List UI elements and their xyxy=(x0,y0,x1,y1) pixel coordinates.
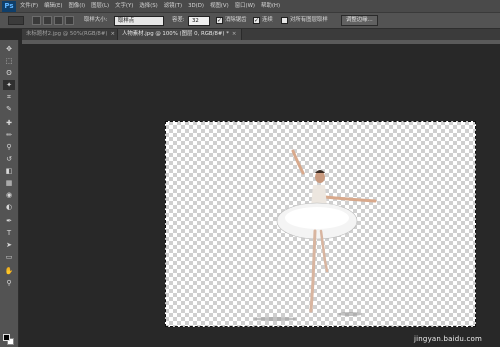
tools-panel: ✥ ⬚ ʘ ✦ ⌗ ✎ ✚ ✏ ⚲ ↺ ◧ ▦ ◉ ◐ ✒ T ➤ ▭ ✋ ⚲ xyxy=(0,40,19,347)
menu-select[interactable]: 选择(S) xyxy=(139,0,157,12)
menu-bar: Ps 文件(F) 编辑(E) 图像(I) 图层(L) 文字(Y) 选择(S) 滤… xyxy=(0,0,500,12)
ballerina-image xyxy=(253,149,377,321)
menu-layer[interactable]: 图层(L) xyxy=(91,0,109,12)
refine-edge-label: 调整边缘... xyxy=(346,17,373,23)
eyedropper-icon[interactable]: ✎ xyxy=(3,104,15,114)
healing-icon[interactable]: ✚ xyxy=(3,118,15,128)
sample-size-label: 取样大小: xyxy=(84,17,108,23)
crop-icon[interactable]: ⌗ xyxy=(3,92,15,102)
close-icon[interactable]: × xyxy=(232,31,237,37)
tab-document-1[interactable]: 未标题材2.jpg @ 50%(RGB/8#) × xyxy=(22,29,118,40)
ruler xyxy=(22,40,500,44)
intersect-selection-button[interactable] xyxy=(65,16,74,25)
move-icon[interactable]: ✥ xyxy=(3,44,15,54)
new-selection-button[interactable] xyxy=(32,16,41,25)
pen-icon[interactable]: ✒ xyxy=(3,216,15,226)
eraser-icon[interactable]: ◧ xyxy=(3,166,15,176)
gradient-icon[interactable]: ▦ xyxy=(3,178,15,188)
contiguous-checkbox[interactable]: ✓ xyxy=(253,17,260,24)
menu-3d[interactable]: 3D(D) xyxy=(188,0,204,12)
menu-type[interactable]: 文字(Y) xyxy=(115,0,133,12)
sample-size-select[interactable]: 取样点 xyxy=(114,16,164,26)
tolerance-input[interactable]: 32 xyxy=(188,16,210,26)
sample-all-layers-label: 对所有图层取样 xyxy=(290,17,328,23)
tab-label: 未标题材2.jpg @ 50%(RGB/8#) xyxy=(26,31,108,37)
subtract-selection-button[interactable] xyxy=(54,16,63,25)
close-icon[interactable]: × xyxy=(110,31,115,37)
dodge-icon[interactable]: ◐ xyxy=(3,202,15,212)
anti-alias-checkbox[interactable]: ✓ xyxy=(216,17,223,24)
menu-window[interactable]: 窗口(W) xyxy=(235,0,255,12)
history-brush-icon[interactable]: ↺ xyxy=(3,154,15,164)
sample-size-value: 取样点 xyxy=(118,18,135,24)
magic-wand-icon[interactable]: ✦ xyxy=(3,80,15,90)
document-tabs: 未标题材2.jpg @ 50%(RGB/8#) × 人物素材.jpg @ 100%… xyxy=(22,29,500,40)
blur-icon[interactable]: ◉ xyxy=(3,190,15,200)
watermark: jingyan.baidu.com xyxy=(414,335,482,343)
path-select-icon[interactable]: ➤ xyxy=(3,240,15,250)
contiguous-label: 连续 xyxy=(262,17,273,23)
sample-all-layers-checkbox[interactable] xyxy=(281,17,288,24)
tolerance-value: 32 xyxy=(192,18,199,24)
lasso-icon[interactable]: ʘ xyxy=(3,68,15,78)
menu-image[interactable]: 图像(I) xyxy=(69,0,86,12)
stamp-icon[interactable]: ⚲ xyxy=(3,142,15,152)
menu-filter[interactable]: 滤镜(T) xyxy=(164,0,182,12)
hand-icon[interactable]: ✋ xyxy=(3,266,15,276)
photoshop-logo: Ps xyxy=(2,0,16,12)
menu-edit[interactable]: 编辑(E) xyxy=(44,0,62,12)
zoom-icon[interactable]: ⚲ xyxy=(3,278,15,288)
marquee-icon[interactable]: ⬚ xyxy=(3,56,15,66)
refine-edge-button[interactable]: 调整边缘... xyxy=(341,15,378,26)
tab-label: 人物素材.jpg @ 100% (图层 0, RGB/8#) * xyxy=(122,31,229,37)
tolerance-label: 容差: xyxy=(172,17,185,23)
anti-alias-label: 消除锯齿 xyxy=(225,17,247,23)
tab-document-2[interactable]: 人物素材.jpg @ 100% (图层 0, RGB/8#) * × xyxy=(118,29,242,40)
add-selection-button[interactable] xyxy=(43,16,52,25)
tool-preset-picker[interactable] xyxy=(8,16,24,25)
menu-view[interactable]: 视图(V) xyxy=(210,0,229,12)
menu-help[interactable]: 帮助(H) xyxy=(261,0,280,12)
brush-icon[interactable]: ✏ xyxy=(3,130,15,140)
menu-file[interactable]: 文件(F) xyxy=(20,0,38,12)
type-icon[interactable]: T xyxy=(3,228,15,238)
foreground-color-swatch[interactable] xyxy=(3,334,10,341)
shape-icon[interactable]: ▭ xyxy=(3,252,15,262)
document-canvas[interactable] xyxy=(165,121,476,327)
options-bar: 取样大小: 取样点 容差: 32 ✓ 消除锯齿 ✓ 连续 对所有图层取样 调整边… xyxy=(0,12,500,29)
